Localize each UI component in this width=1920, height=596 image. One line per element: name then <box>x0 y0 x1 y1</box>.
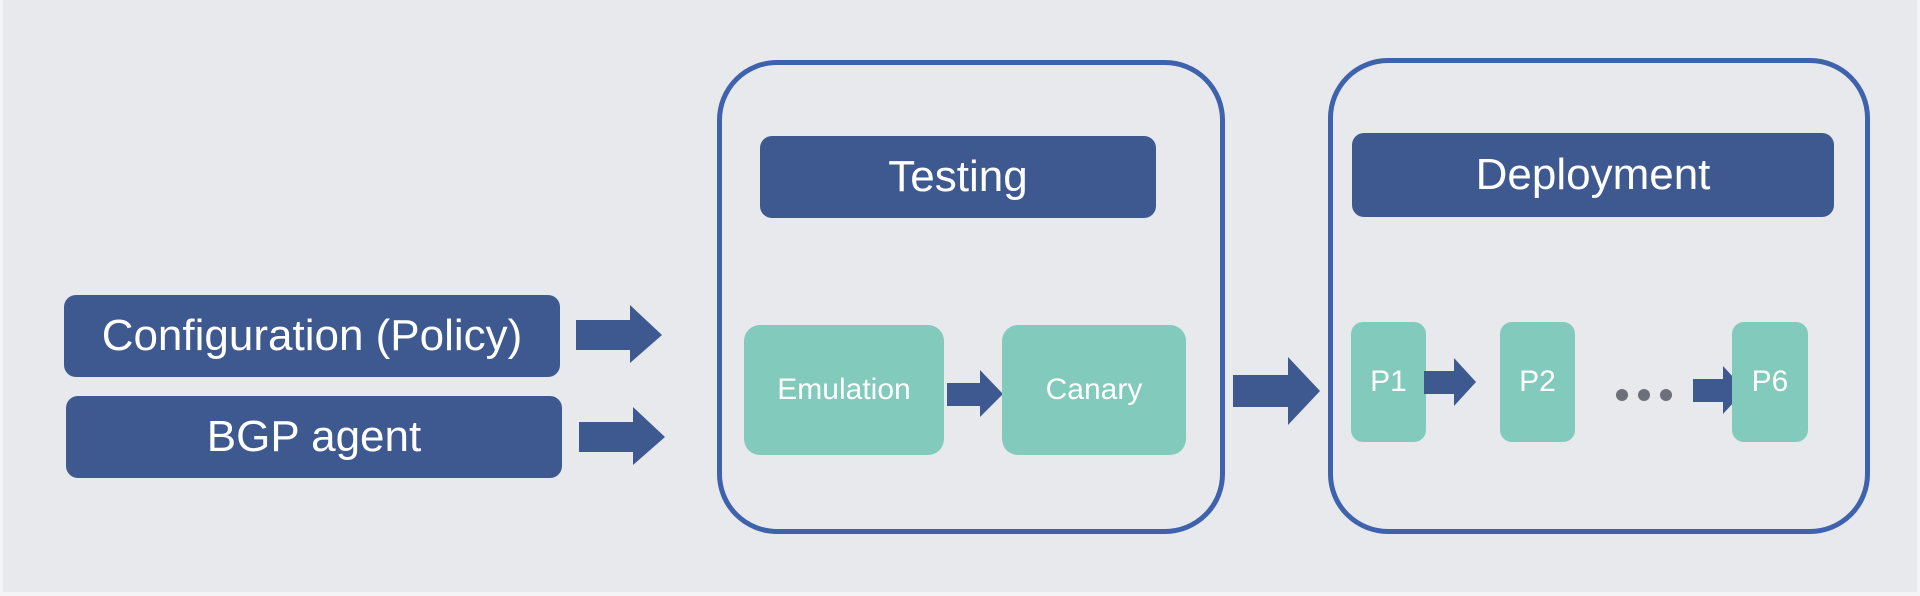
arrow-right-icon <box>576 305 662 363</box>
step-emulation: Emulation <box>744 325 944 455</box>
deployment-stage-frame <box>1328 58 1870 534</box>
deployment-title-text: Deployment <box>1475 150 1711 199</box>
phase-label: P1 <box>1370 365 1407 398</box>
deployment-stage-title: Deployment <box>1352 133 1834 217</box>
phase-label: P6 <box>1751 365 1789 398</box>
arrow-right-icon <box>579 407 665 465</box>
step-label: Emulation <box>777 373 911 406</box>
ellipsis-dot <box>1638 389 1650 401</box>
phase-p2: P2 <box>1500 322 1575 442</box>
arrow-right-icon <box>947 370 1003 417</box>
ellipsis-dot <box>1616 389 1628 401</box>
step-label: Canary <box>1045 373 1143 406</box>
testing-stage-title: Testing <box>760 136 1156 218</box>
step-canary: Canary <box>1002 325 1186 455</box>
input-label: BGP agent <box>206 412 422 461</box>
phase-label: P2 <box>1519 365 1556 398</box>
arrow-right-icon <box>1424 358 1476 406</box>
input-label: Configuration (Policy) <box>101 311 523 360</box>
input-bgp-agent: BGP agent <box>66 396 562 478</box>
testing-stage-frame <box>717 60 1225 534</box>
input-configuration-policy: Configuration (Policy) <box>64 295 560 377</box>
phase-p6: P6 <box>1732 322 1808 442</box>
testing-title-text: Testing <box>888 152 1028 201</box>
diagram-canvas: Configuration (Policy) BGP agent Testing… <box>3 0 1917 592</box>
arrow-right-icon <box>1233 357 1320 425</box>
phase-p1: P1 <box>1351 322 1426 442</box>
ellipsis-dot <box>1660 389 1672 401</box>
ellipsis-more-phases <box>1616 389 1672 401</box>
